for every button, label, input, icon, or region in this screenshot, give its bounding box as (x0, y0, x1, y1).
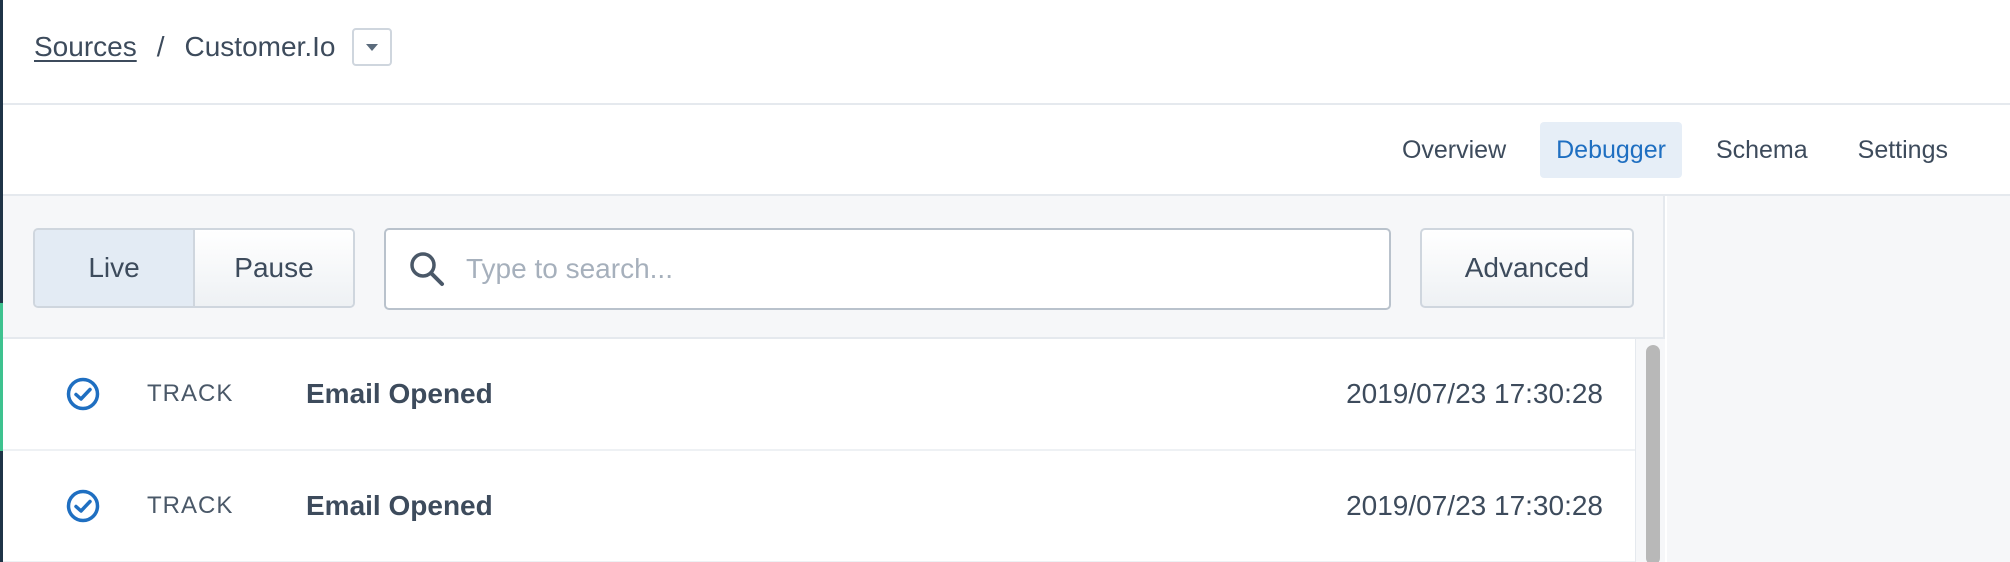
caret-down-icon (366, 43, 379, 51)
pause-button[interactable]: Pause (195, 230, 353, 306)
tab-overview[interactable]: Overview (1386, 122, 1522, 178)
event-type: TRACK (147, 492, 234, 519)
tab-debugger[interactable]: Debugger (1540, 122, 1682, 178)
event-timestamp: 2019/07/23 17:30:28 (1346, 490, 1603, 521)
event-name: Email Opened (306, 378, 493, 409)
scrollbar-thumb[interactable] (1646, 345, 1660, 562)
debugger-panel: Live Pause Advanced TRACK Email Opened 2… (3, 196, 1665, 562)
debugger-toolbar: Live Pause Advanced (3, 196, 1665, 339)
event-timestamp: 2019/07/23 17:30:28 (1346, 378, 1603, 409)
breadcrumb-sources-link[interactable]: Sources (34, 31, 137, 63)
event-list: TRACK Email Opened 2019/07/23 17:30:28 T… (3, 339, 1635, 562)
event-row[interactable]: TRACK Email Opened 2019/07/23 17:30:28 (3, 339, 1635, 451)
live-button[interactable]: Live (35, 230, 195, 306)
event-list-scrollbar[interactable] (1635, 339, 1665, 562)
check-circle-icon (66, 489, 100, 523)
tab-schema[interactable]: Schema (1700, 122, 1824, 178)
search-input[interactable] (466, 253, 1366, 285)
event-row[interactable]: TRACK Email Opened 2019/07/23 17:30:28 (3, 451, 1635, 562)
breadcrumb-current-source: Customer.Io (184, 31, 336, 62)
check-circle-icon (66, 377, 100, 411)
breadcrumb: Sources / Customer.Io (34, 28, 393, 66)
live-pause-toggle: Live Pause (33, 228, 355, 308)
search-icon (410, 252, 444, 286)
source-tabs: Overview Debugger Schema Settings (1386, 122, 1964, 178)
tab-settings[interactable]: Settings (1842, 122, 1964, 178)
tab-bar: Overview Debugger Schema Settings (3, 105, 2010, 196)
event-detail-panel (1667, 196, 2010, 562)
event-name: Email Opened (306, 490, 493, 521)
breadcrumb-separator: / (156, 31, 165, 62)
page-header: Sources / Customer.Io (3, 0, 2010, 105)
advanced-button[interactable]: Advanced (1420, 228, 1634, 308)
source-switcher-dropdown[interactable] (352, 28, 393, 66)
event-type: TRACK (147, 380, 234, 407)
search-box (384, 228, 1391, 310)
